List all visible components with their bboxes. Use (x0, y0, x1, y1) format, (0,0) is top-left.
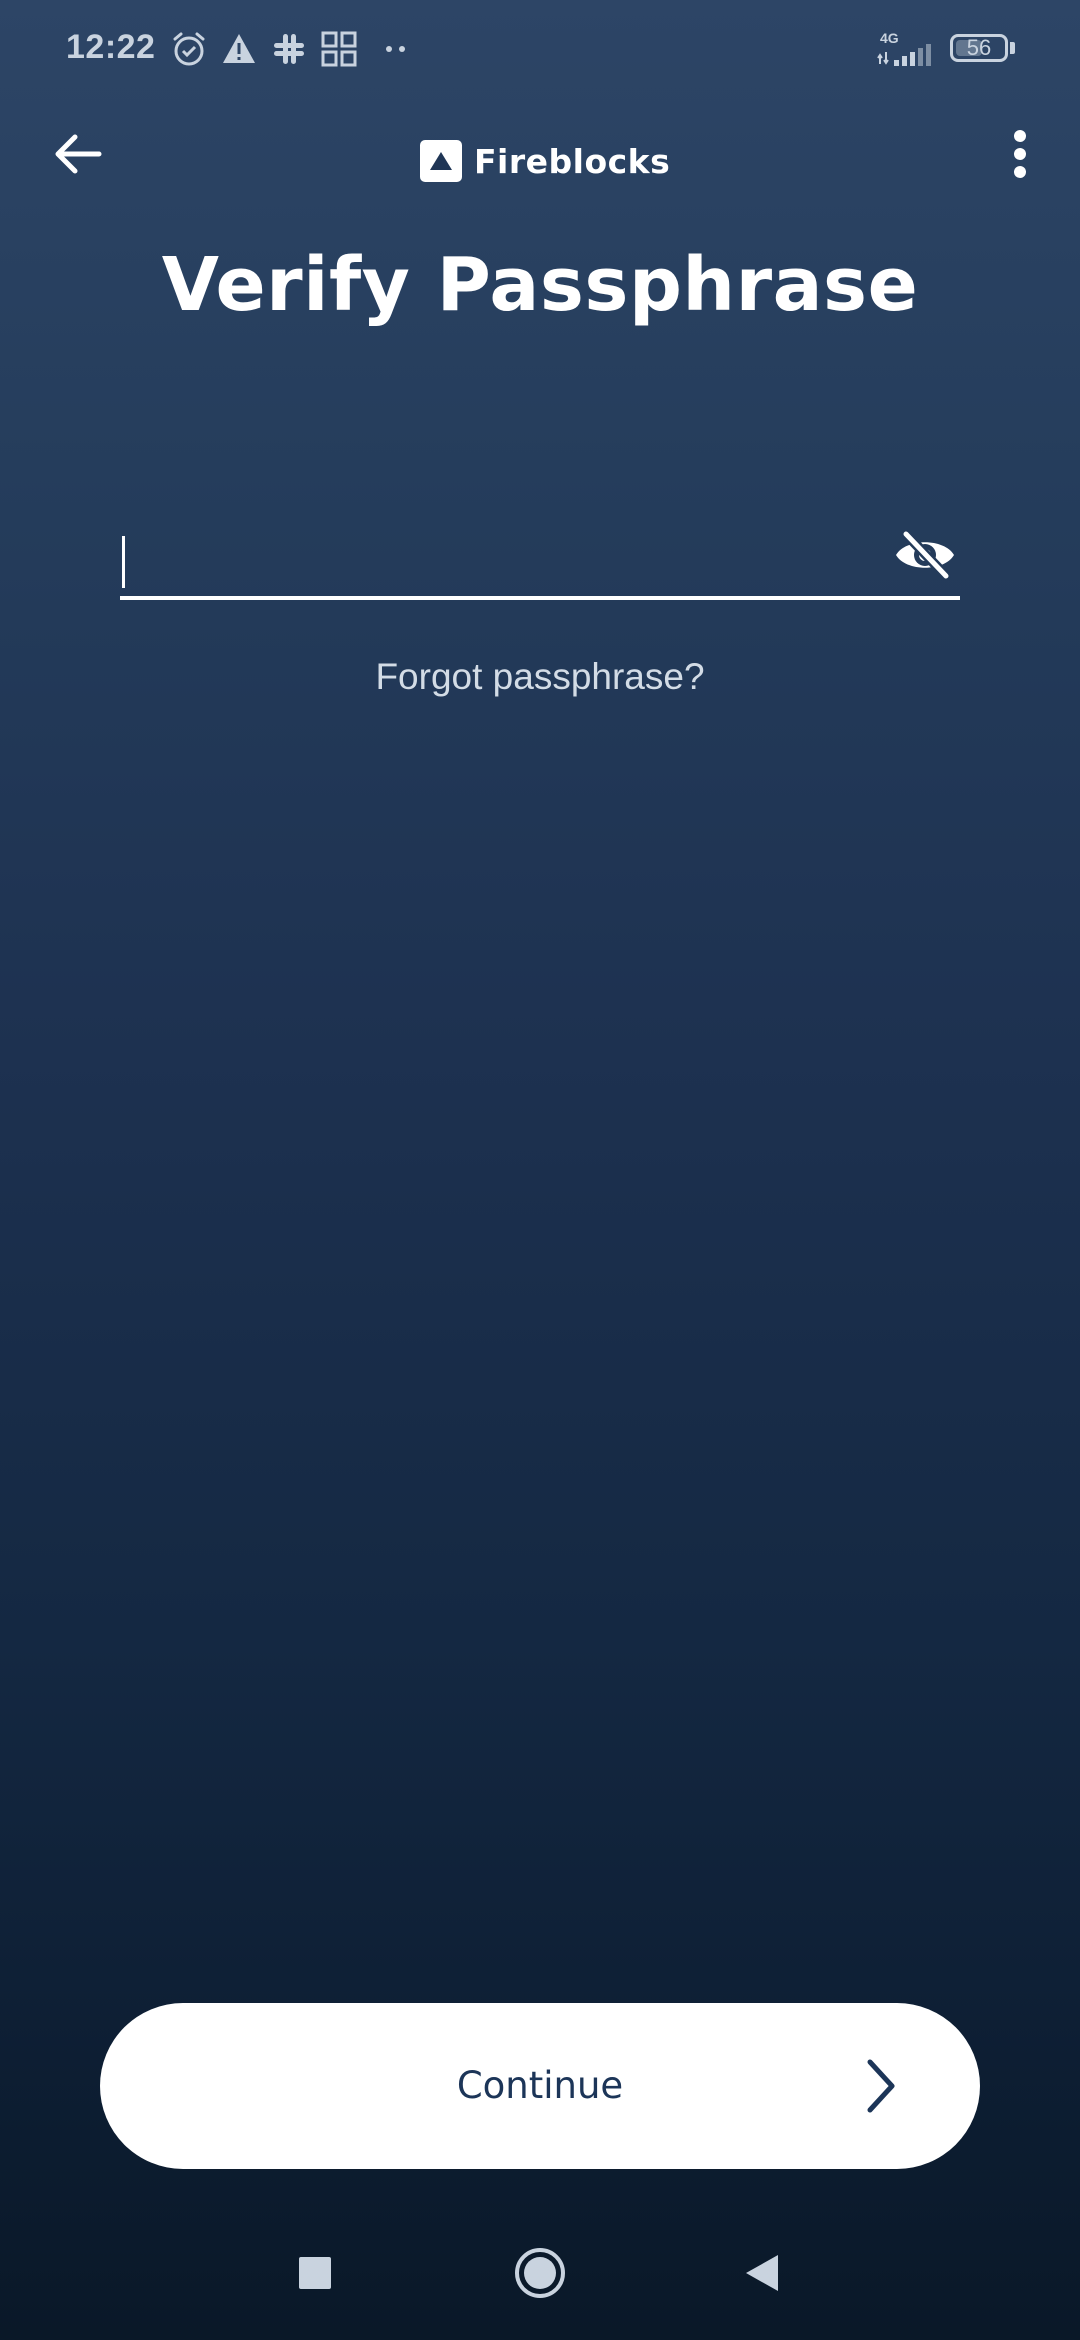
text-caret (122, 536, 125, 588)
passphrase-input[interactable] (120, 520, 880, 594)
more-vert-icon (1013, 129, 1027, 183)
more-options-button[interactable] (990, 118, 1050, 194)
battery-percent: 56 (966, 35, 992, 60)
continue-label: Continue (456, 2064, 624, 2107)
toggle-visibility-button[interactable] (890, 526, 960, 588)
eye-off-icon (894, 529, 956, 584)
signal-icon (876, 44, 936, 66)
qr-icon (320, 30, 358, 68)
more-dots-icon (382, 30, 410, 68)
slack-icon (270, 30, 308, 68)
page-title: Verify Passphrase (161, 242, 919, 328)
status-bar: 12:22 4G 56 (0, 0, 1080, 100)
home-circle-icon (513, 2246, 567, 2304)
forgot-passphrase-link[interactable]: Forgot passphrase? (0, 656, 1080, 698)
fireblocks-logo-icon (420, 140, 462, 182)
back-button[interactable] (40, 118, 116, 194)
home-button[interactable] (500, 2240, 580, 2310)
alarm-icon (170, 30, 208, 68)
status-time: 12:22 (66, 28, 156, 66)
brand-name: Fireblocks (474, 141, 671, 181)
chevron-right-icon (860, 2058, 900, 2118)
passphrase-field (120, 520, 960, 600)
battery-icon: 56 (950, 34, 1008, 62)
recents-button[interactable] (275, 2240, 355, 2310)
battery-tip (1010, 42, 1015, 54)
back-nav-button[interactable] (722, 2240, 802, 2310)
warning-icon (220, 30, 258, 68)
back-triangle-icon (744, 2253, 780, 2297)
brand: Fireblocks (420, 138, 670, 184)
back-arrow-icon (53, 132, 103, 180)
continue-button[interactable]: Continue (100, 2003, 980, 2169)
recents-square-icon (298, 2256, 332, 2294)
